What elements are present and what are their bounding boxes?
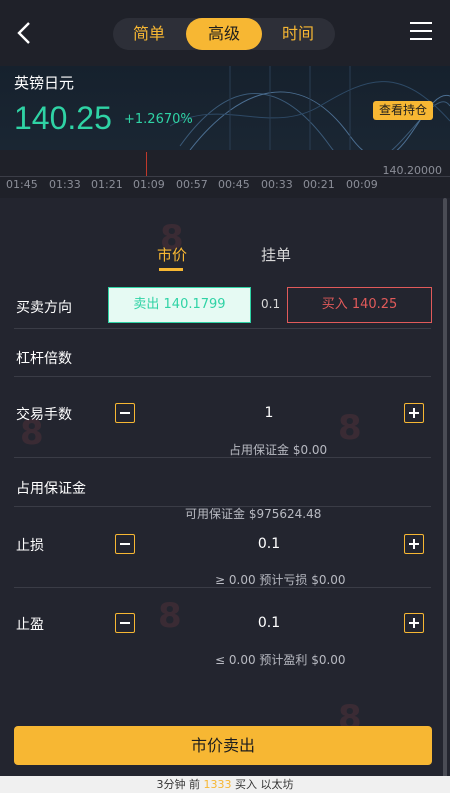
available-margin-hint: 可用保证金 $975624.48 — [185, 507, 322, 521]
direction-label: 买卖方向 — [16, 300, 72, 316]
axis-time-label: 00:57 — [176, 178, 208, 191]
top-bar: 简单 高级 时间 — [0, 0, 450, 66]
menu-icon[interactable] — [410, 22, 432, 42]
tab-market-order[interactable]: 市价 — [157, 244, 187, 265]
lots-decrease-button[interactable] — [115, 403, 135, 423]
divider — [14, 376, 431, 377]
divider — [14, 328, 431, 329]
margin-label: 占用保证金 — [16, 481, 86, 497]
watermark-logo: 8 — [338, 408, 362, 448]
pair-name: 英镑日元 — [14, 74, 75, 92]
lots-label: 交易手数 — [16, 407, 72, 423]
stop-loss-hint: ≥ 0.00 预计亏损 $0.00 — [215, 573, 346, 587]
tab-simple[interactable]: 简单 — [119, 18, 179, 50]
divider — [14, 587, 431, 588]
axis-time-label: 01:09 — [133, 178, 165, 191]
current-price: 140.25 — [14, 100, 112, 136]
active-tab-underline — [159, 268, 183, 271]
stop-loss-decrease-button[interactable] — [115, 534, 135, 554]
axis-time-label: 00:21 — [303, 178, 335, 191]
mode-switcher: 简单 高级 时间 — [113, 18, 335, 50]
stop-loss-increase-button[interactable] — [404, 534, 424, 554]
time-axis: 140.20000 01:45 01:33 01:21 01:09 00:57 … — [0, 150, 450, 198]
divider — [14, 506, 431, 507]
tab-advanced[interactable]: 高级 — [186, 18, 262, 50]
watermark-logo: 8 — [158, 596, 182, 636]
take-profit-hint: ≤ 0.00 预计盈利 $0.00 — [215, 653, 346, 667]
stop-loss-value[interactable]: 0.1 — [239, 536, 299, 552]
lots-increase-button[interactable] — [404, 403, 424, 423]
axis-time-label: 01:45 — [6, 178, 38, 191]
order-panel: 8 8 8 8 8 市价 挂单 买卖方向 卖出 140.1799 0.1 买入 … — [0, 198, 450, 793]
ticker-amount: 1333 — [203, 778, 232, 791]
lots-margin-hint: 占用保证金 $0.00 — [229, 443, 328, 457]
price-change: +1.2670% — [124, 112, 193, 127]
divider — [14, 457, 431, 458]
take-profit-value[interactable]: 0.1 — [239, 615, 299, 631]
take-profit-increase-button[interactable] — [404, 613, 424, 633]
spread-value: 0.1 — [261, 297, 281, 311]
ticker-prefix: 3分钟 前 — [156, 778, 201, 791]
take-profit-label: 止盈 — [16, 617, 44, 633]
buy-button[interactable]: 买入 140.25 — [287, 287, 432, 323]
market-sell-button[interactable]: 市价卖出 — [14, 726, 432, 765]
ticker-suffix: 买入 以太坊 — [235, 778, 294, 791]
price-banner: 英镑日元 140.25 +1.2670% 查看持仓 — [0, 66, 450, 150]
tab-time[interactable]: 时间 — [268, 18, 328, 50]
scrollbar[interactable] — [443, 198, 447, 778]
sell-button[interactable]: 卖出 140.1799 — [108, 287, 251, 323]
stop-loss-label: 止损 — [16, 538, 44, 554]
axis-time-label: 01:21 — [91, 178, 123, 191]
axis-time-label: 00:09 — [346, 178, 378, 191]
lots-value[interactable]: 1 — [239, 405, 299, 421]
activity-ticker: 3分钟 前 1333 买入 以太坊 — [0, 776, 450, 793]
axis-time-label: 00:45 — [218, 178, 250, 191]
current-time-marker — [146, 152, 147, 176]
axis-time-label: 00:33 — [261, 178, 293, 191]
view-holdings-button[interactable]: 查看持仓 — [373, 101, 433, 120]
axis-time-label: 01:33 — [49, 178, 81, 191]
leverage-label: 杠杆倍数 — [16, 351, 72, 367]
tab-limit-order[interactable]: 挂单 — [261, 244, 291, 265]
back-icon[interactable] — [12, 18, 38, 48]
axis-line — [0, 176, 450, 177]
take-profit-decrease-button[interactable] — [115, 613, 135, 633]
